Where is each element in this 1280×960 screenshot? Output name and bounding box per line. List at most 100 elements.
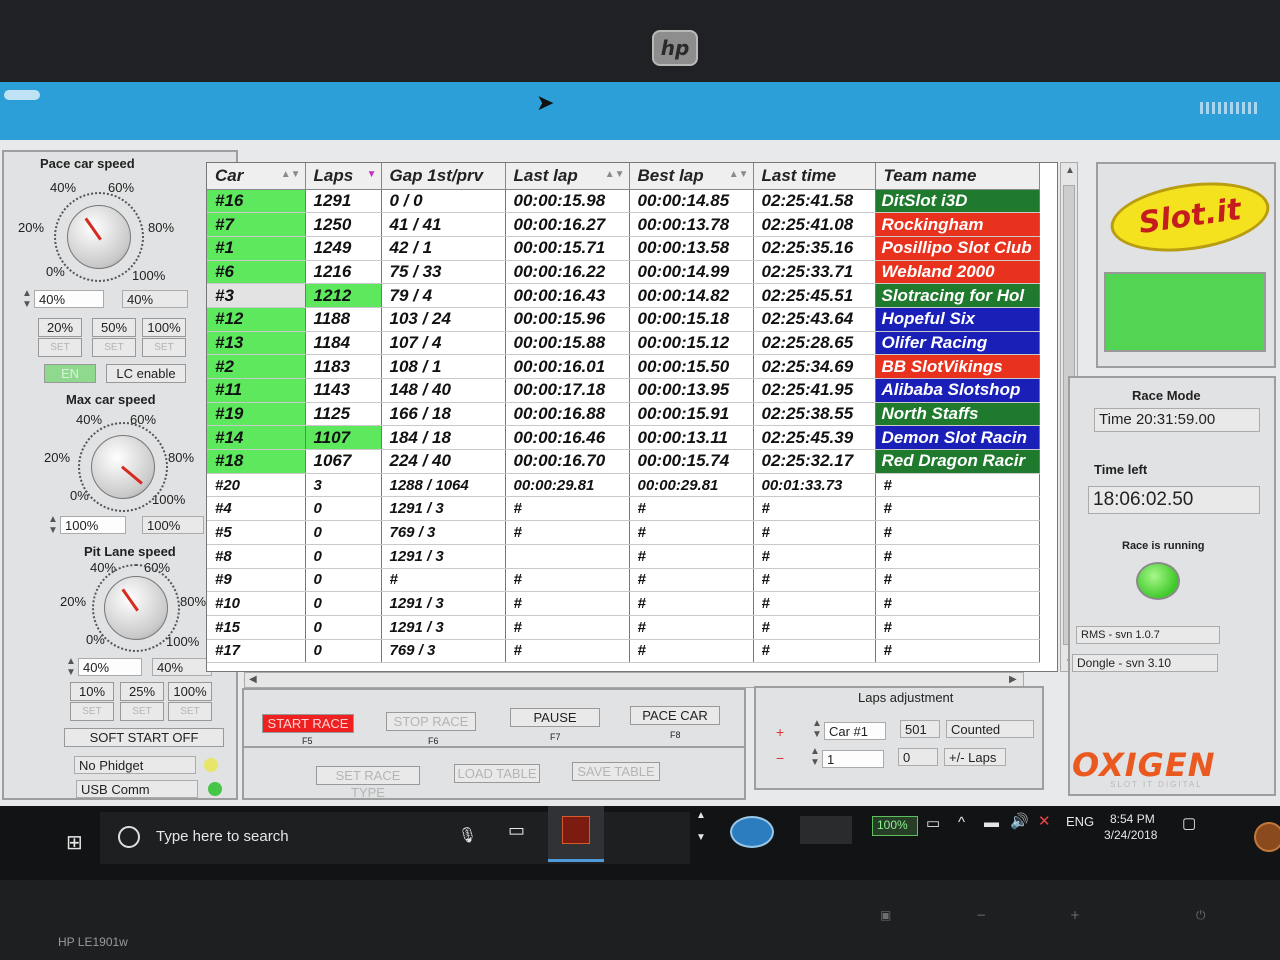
table-row[interactable]: #14 1107 184 / 18 00:00:16.46 00:00:13.11 02:… [207, 425, 1040, 451]
signal-bars-icon[interactable] [800, 816, 852, 844]
task-view-icon[interactable]: ▭ [508, 820, 525, 841]
pace-preset-20[interactable]: 20% [38, 318, 82, 337]
max-car-speed-knob[interactable] [91, 435, 155, 499]
oxigen-app-taskbar-icon[interactable] [548, 806, 604, 862]
load-table-button[interactable]: LOAD TABLE [454, 764, 540, 783]
pit-scale-20: 20% [60, 594, 87, 609]
clock-date[interactable]: 3/24/2018 [1104, 828, 1157, 842]
pit-set-2[interactable]: SET [120, 702, 164, 721]
monitor-power-icon[interactable]: ⏻ [1196, 908, 1206, 923]
pace-car-button[interactable]: PACE CAR [630, 706, 720, 725]
table-row[interactable]: #5 0 769 / 3 # # # # [207, 520, 1040, 545]
cell-laps: 0 [305, 496, 382, 522]
standings-table: Car ▲▼ Laps ▼ Gap 1st/prv Last lap ▲▼ Best … [206, 162, 1058, 672]
table-row[interactable]: #15 0 1291 / 3 # # # # [207, 615, 1040, 640]
table-row[interactable]: #18 1067 224 / 40 00:00:16.70 00:00:15.74 02:… [207, 449, 1040, 474]
cell-time: 02:25:43.64 [753, 307, 876, 332]
car-spinner-icon[interactable]: ▲ ▼ [812, 718, 822, 740]
tray-scroll-icon[interactable]: ▲ ▼ [696, 810, 706, 843]
save-table-button[interactable]: SAVE TABLE [572, 762, 660, 781]
windows-start-icon[interactable]: ⊞ [66, 830, 83, 855]
pace-set-3[interactable]: SET [142, 338, 186, 357]
col-team-name[interactable]: Team name [875, 163, 1040, 190]
wifi-alert-icon[interactable]: ✕ [1038, 812, 1051, 830]
pit-set-3[interactable]: SET [168, 702, 212, 721]
table-row[interactable]: #2 1183 108 / 1 00:00:16.01 00:00:15.50 02:25… [207, 354, 1040, 379]
race-app-window: Pace car speed 40% 60% 20% 80% 0% 100% 4… [0, 140, 1280, 806]
table-row[interactable]: #7 1250 41 / 41 00:00:16.27 00:00:13.78 02:25… [207, 212, 1040, 237]
table-row[interactable]: #11 1143 148 / 40 00:00:17.18 00:00:13.95 02:… [207, 378, 1040, 403]
volume-icon[interactable]: 🔊 [1010, 812, 1029, 830]
cell-gap: 148 / 40 [381, 378, 506, 403]
pit-spinner-icon[interactable]: ▲ ▼ [66, 656, 76, 678]
power-icon[interactable]: ▬ [984, 814, 999, 831]
col-laps[interactable]: Laps ▼ [305, 163, 382, 190]
notifications-icon[interactable]: ▢ [1182, 814, 1196, 832]
pace-set-1[interactable]: SET [38, 338, 82, 357]
microphone-icon[interactable]: 🎙 [458, 826, 477, 844]
table-row[interactable]: #10 0 1291 / 3 # # # # [207, 591, 1040, 616]
monitor-plus-icon[interactable]: + [1070, 908, 1080, 922]
minus-icon[interactable]: − [776, 750, 784, 766]
pit-set-1[interactable]: SET [70, 702, 114, 721]
table-row[interactable]: #19 1125 166 / 18 00:00:16.88 00:00:15.91 02:… [207, 402, 1040, 427]
monitor-input-icon[interactable]: ▣ [880, 908, 891, 922]
col-gap[interactable]: Gap 1st/prv [381, 163, 506, 190]
en-toggle[interactable]: EN [44, 364, 96, 383]
pace-car-input[interactable]: 40% [34, 290, 104, 308]
tray-overflow-icon[interactable]: ^ [958, 814, 965, 831]
pit-preset-10[interactable]: 10% [70, 682, 114, 701]
soft-start-button[interactable]: SOFT START OFF [64, 728, 224, 747]
table-row[interactable]: #20 3 1288 / 1064 00:00:29.81 00:00:29.81 00:… [207, 473, 1040, 498]
plus-icon[interactable]: + [776, 724, 784, 740]
monitor-minus-icon[interactable]: − [976, 908, 986, 922]
pace-spinner-icon[interactable]: ▲ ▼ [22, 288, 32, 310]
col-best-lap[interactable]: Best lap ▲▼ [629, 163, 754, 190]
network-app-icon[interactable] [730, 816, 774, 848]
table-row[interactable]: #6 1216 75 / 33 00:00:16.22 00:00:14.99 02:25… [207, 260, 1040, 285]
cell-car: #18 [207, 449, 306, 474]
step-input[interactable]: 1 [822, 750, 884, 768]
scroll-right-icon[interactable]: ▶ [1009, 674, 1017, 685]
table-row[interactable]: #3 1212 79 / 4 00:00:16.43 00:00:14.82 02:25:… [207, 283, 1040, 308]
clock-time[interactable]: 8:54 PM [1110, 812, 1155, 826]
max-spinner-icon[interactable]: ▲ ▼ [48, 514, 58, 536]
col-car[interactable]: Car ▲▼ [207, 163, 306, 190]
col-last-time[interactable]: Last time [753, 163, 876, 190]
lc-enable-button[interactable]: LC enable [106, 364, 186, 383]
set-race-type-button[interactable]: SET RACE TYPE [316, 766, 420, 800]
pace-preset-50[interactable]: 50% [92, 318, 136, 337]
table-row[interactable]: #1 1249 42 / 1 00:00:15.71 00:00:13.58 02:25:… [207, 236, 1040, 261]
battery-icon[interactable]: ▭ [926, 814, 940, 832]
stop-race-button[interactable]: STOP RACE [386, 712, 476, 731]
pause-button[interactable]: PAUSE [510, 708, 600, 727]
cell-best: # [629, 639, 754, 664]
start-race-button[interactable]: START RACE [262, 714, 354, 733]
max-scale-20: 20% [44, 450, 71, 465]
car-select[interactable]: Car #1 [824, 722, 886, 740]
language-indicator[interactable]: ENG [1066, 814, 1094, 829]
scroll-up-icon[interactable]: ▲ [1065, 165, 1075, 176]
pit-preset-25[interactable]: 25% [120, 682, 164, 701]
table-row[interactable]: #13 1184 107 / 4 00:00:15.88 00:00:15.12 02:2… [207, 331, 1040, 356]
cell-time: # [753, 639, 876, 664]
pace-set-2[interactable]: SET [92, 338, 136, 357]
pace-car-speed-knob[interactable] [67, 205, 131, 269]
pit-lane-speed-knob[interactable] [104, 576, 168, 640]
max-car-title: Max car speed [66, 392, 156, 407]
table-row[interactable]: #4 0 1291 / 3 # # # # [207, 496, 1040, 522]
table-row[interactable]: #16 1291 0 / 0 00:00:15.98 00:00:14.85 02:25:… [207, 189, 1040, 214]
max-car-input[interactable]: 100% [60, 516, 126, 534]
table-row[interactable]: #12 1188 103 / 24 00:00:15.96 00:00:15.18 02:… [207, 307, 1040, 332]
scroll-left-icon[interactable]: ◀ [249, 674, 257, 685]
cell-car: #8 [207, 544, 306, 569]
pit-scale-80: 80% [180, 594, 207, 609]
table-row[interactable]: #17 0 769 / 3 # # # # [207, 639, 1040, 664]
table-row[interactable]: #8 0 1291 / 3 # # # [207, 544, 1040, 569]
col-last-lap[interactable]: Last lap ▲▼ [505, 163, 630, 190]
pace-preset-100[interactable]: 100% [142, 318, 186, 337]
table-row[interactable]: #9 0 # # # # # [207, 568, 1040, 593]
pit-lane-input[interactable]: 40% [78, 658, 142, 676]
step-spinner-icon[interactable]: ▲ ▼ [810, 746, 820, 768]
pit-preset-100[interactable]: 100% [168, 682, 212, 701]
